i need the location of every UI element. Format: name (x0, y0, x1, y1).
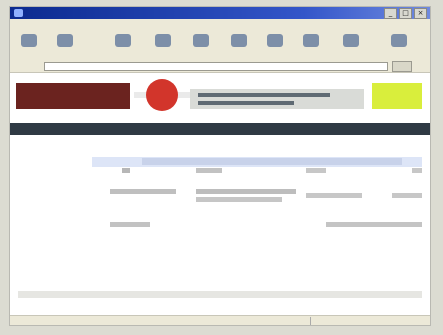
toolbar-button-favorites[interactable] (260, 32, 290, 57)
refresh-icon (155, 34, 171, 47)
search-icon (231, 34, 247, 47)
window-title (28, 8, 168, 17)
row-cell (110, 222, 150, 227)
highlight-bar (142, 158, 402, 165)
maximize-button[interactable]: □ (399, 8, 412, 19)
stop-icon (115, 34, 131, 47)
history-icon (303, 34, 319, 47)
toolbar (10, 29, 430, 61)
page-content (10, 137, 430, 289)
tagline-line (198, 101, 294, 105)
row-cell (392, 193, 422, 198)
row-cell (196, 189, 296, 194)
toolbar-label (260, 49, 290, 56)
toolbar-label (14, 49, 44, 56)
toolbar-label (336, 49, 366, 56)
toolbar-label (224, 49, 254, 56)
table-row[interactable] (92, 157, 422, 167)
toolbar-button-stop[interactable] (108, 32, 138, 57)
toolbar-button-mail[interactable] (336, 32, 366, 57)
window-controls: _ □ × (384, 8, 427, 19)
favorites-icon (267, 34, 283, 47)
forward-icon (57, 34, 73, 47)
table-row[interactable] (92, 187, 422, 213)
table-row[interactable] (92, 221, 422, 231)
footer-divider (18, 291, 422, 298)
close-button[interactable]: × (414, 8, 427, 19)
toolbar-button-search[interactable] (224, 32, 254, 57)
toolbar-label (148, 49, 178, 56)
status-zone (310, 317, 420, 325)
site-banner (10, 73, 430, 119)
site-navigation (10, 123, 430, 135)
row-cell (110, 189, 176, 194)
main-header (92, 141, 422, 151)
flag-graphic (134, 79, 190, 115)
toolbar-button-refresh[interactable] (148, 32, 178, 57)
go-button[interactable] (392, 61, 412, 72)
toolbar-label (50, 49, 80, 56)
toolbar-button-back[interactable] (14, 32, 44, 57)
screenshot-frame: _ □ × (0, 0, 443, 335)
mail-icon (343, 34, 359, 47)
menu-bar (10, 19, 430, 29)
toolbar-label (108, 49, 138, 56)
title-bar: _ □ × (10, 7, 430, 19)
toolbar-button-forward[interactable] (50, 32, 80, 57)
address-bar (10, 60, 430, 73)
print-icon (391, 34, 407, 47)
status-bar (10, 315, 430, 325)
home-icon (193, 34, 209, 47)
browser-window: _ □ × (9, 6, 431, 326)
toolbar-button-history[interactable] (296, 32, 326, 57)
browser-icon (14, 9, 23, 17)
row-cell (326, 222, 422, 227)
row-cell (196, 168, 222, 173)
toolbar-label (296, 49, 326, 56)
tagline-strip (190, 89, 364, 109)
footer-text (130, 303, 290, 313)
main-column (92, 141, 422, 231)
red-circle-graphic (146, 79, 178, 111)
back-icon (21, 34, 37, 47)
tagline-line (198, 93, 330, 97)
table-row[interactable] (92, 167, 422, 177)
address-input[interactable] (44, 62, 388, 71)
toolbar-label (186, 49, 216, 56)
site-logo[interactable] (16, 83, 130, 109)
row-cell (196, 197, 282, 202)
minimize-button[interactable]: _ (384, 8, 397, 19)
row-cell (306, 168, 326, 173)
promo-button[interactable] (372, 83, 422, 109)
toolbar-button-print[interactable] (384, 32, 414, 57)
row-cell (122, 168, 130, 173)
toolbar-button-home[interactable] (186, 32, 216, 57)
row-cell (306, 193, 362, 198)
toolbar-label (384, 49, 414, 56)
row-cell (412, 168, 422, 173)
